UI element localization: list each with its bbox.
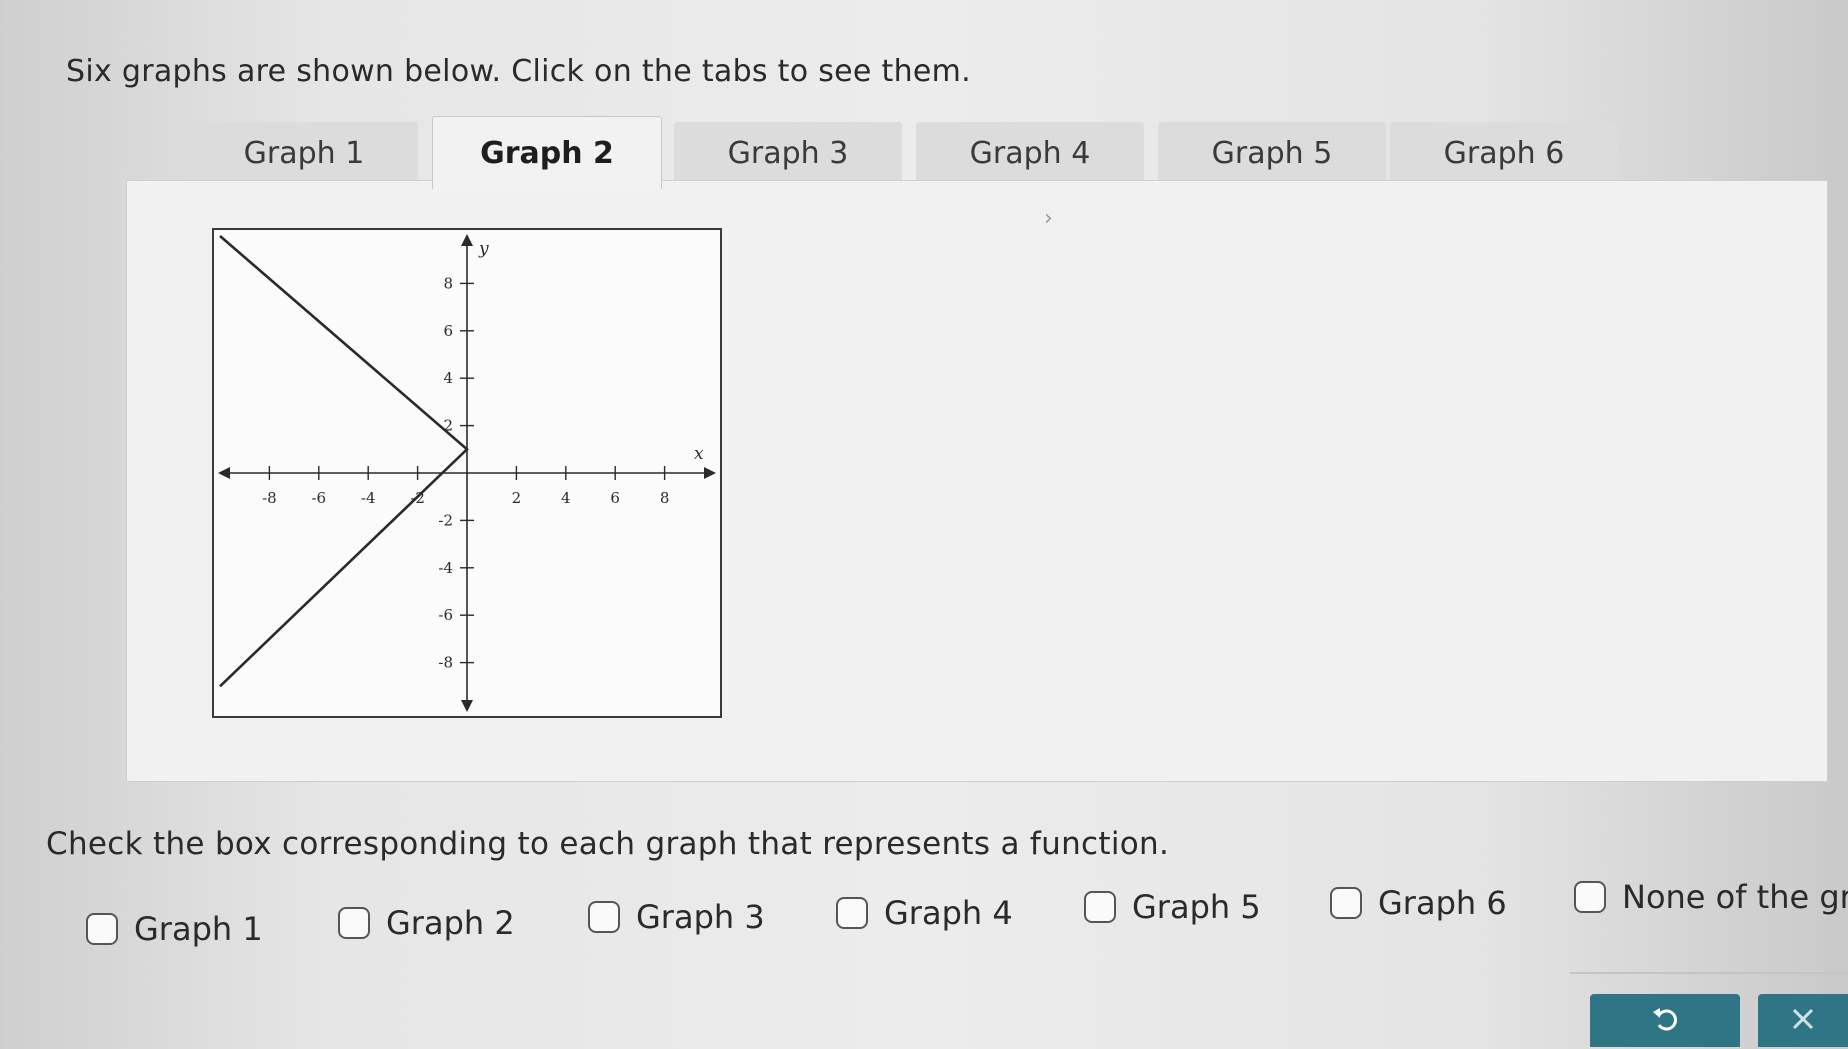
x-axis-arrow-left [218,467,230,479]
function-checkboxes: Graph 1 Graph 2 Graph 3 Graph 4 Graph 5 … [86,878,1848,960]
tab-graph-2[interactable]: Graph 2 [432,116,662,189]
x-tick-label: 4 [561,489,571,507]
option-graph-5[interactable]: Graph 5 [1084,888,1261,926]
y-tick-label: 6 [443,322,453,340]
y-tick-label: -4 [438,559,453,577]
option-graph-1[interactable]: Graph 1 [86,910,263,948]
y-tick-label: -2 [438,511,453,529]
y-tick-label: -6 [438,606,453,624]
x-tick-label: 8 [660,489,670,507]
x-axis-arrow-right [704,467,716,479]
y-axis-label: y [478,239,489,259]
close-icon [1789,1005,1817,1037]
x-tick-label: 6 [610,489,620,507]
option-label: Graph 6 [1378,884,1507,922]
checkbox-graph-1[interactable] [86,913,118,945]
graph-2-plot: x y -8 -6 -4 -2 2 4 6 8 8 6 4 2 -2 -4 -6 -8 [212,228,722,718]
y-tick-label: -8 [438,654,453,672]
x-tick-label: 2 [512,489,522,507]
undo-icon [1650,1004,1680,1038]
undo-button[interactable] [1590,994,1740,1047]
question-text: Check the box corresponding to each grap… [46,826,1170,862]
option-label: None of the gr [1622,878,1848,916]
checkbox-none[interactable] [1574,881,1606,913]
option-label: Graph 2 [386,904,515,942]
y-axis-arrow-down [461,700,473,712]
x-axis-label: x [694,444,704,464]
option-label: Graph 5 [1132,888,1261,926]
option-none[interactable]: None of the gr [1574,878,1848,916]
option-graph-3[interactable]: Graph 3 [588,898,765,936]
checkbox-graph-2[interactable] [338,907,370,939]
y-axis-arrow-up [461,234,473,246]
checkbox-graph-4[interactable] [836,897,868,929]
graph-tabs: Graph 1 Graph 2 Graph 3 Graph 4 Graph 5 … [190,104,1620,189]
y-tick-label: 4 [443,369,453,387]
x-tick-label: -8 [262,489,277,507]
graph-curve [219,235,469,688]
checkbox-graph-5[interactable] [1084,891,1116,923]
checkbox-graph-3[interactable] [588,901,620,933]
chevron-right-icon: › [1044,206,1053,231]
x-tick-label: -4 [361,489,376,507]
option-label: Graph 1 [134,910,263,948]
tab-graph-5[interactable]: Graph 5 [1158,122,1386,184]
option-graph-4[interactable]: Graph 4 [836,894,1013,932]
option-graph-6[interactable]: Graph 6 [1330,884,1507,922]
instructions-text: Six graphs are shown below. Click on the… [66,54,972,89]
tab-graph-1[interactable]: Graph 1 [190,122,418,184]
x-tick-label: -6 [311,489,326,507]
y-tick-label: 8 [443,274,453,292]
clear-button[interactable] [1758,994,1848,1047]
tab-graph-4[interactable]: Graph 4 [916,122,1144,184]
coordinate-plane: xy-8 -6 -4 -2 2 4 6 88642-2-4-6-8 [218,234,716,712]
checkbox-graph-6[interactable] [1330,887,1362,919]
option-graph-2[interactable]: Graph 2 [338,904,515,942]
tab-graph-3[interactable]: Graph 3 [674,122,902,184]
option-label: Graph 3 [636,898,765,936]
option-label: Graph 4 [884,894,1013,932]
tab-graph-6[interactable]: Graph 6 [1390,122,1618,184]
